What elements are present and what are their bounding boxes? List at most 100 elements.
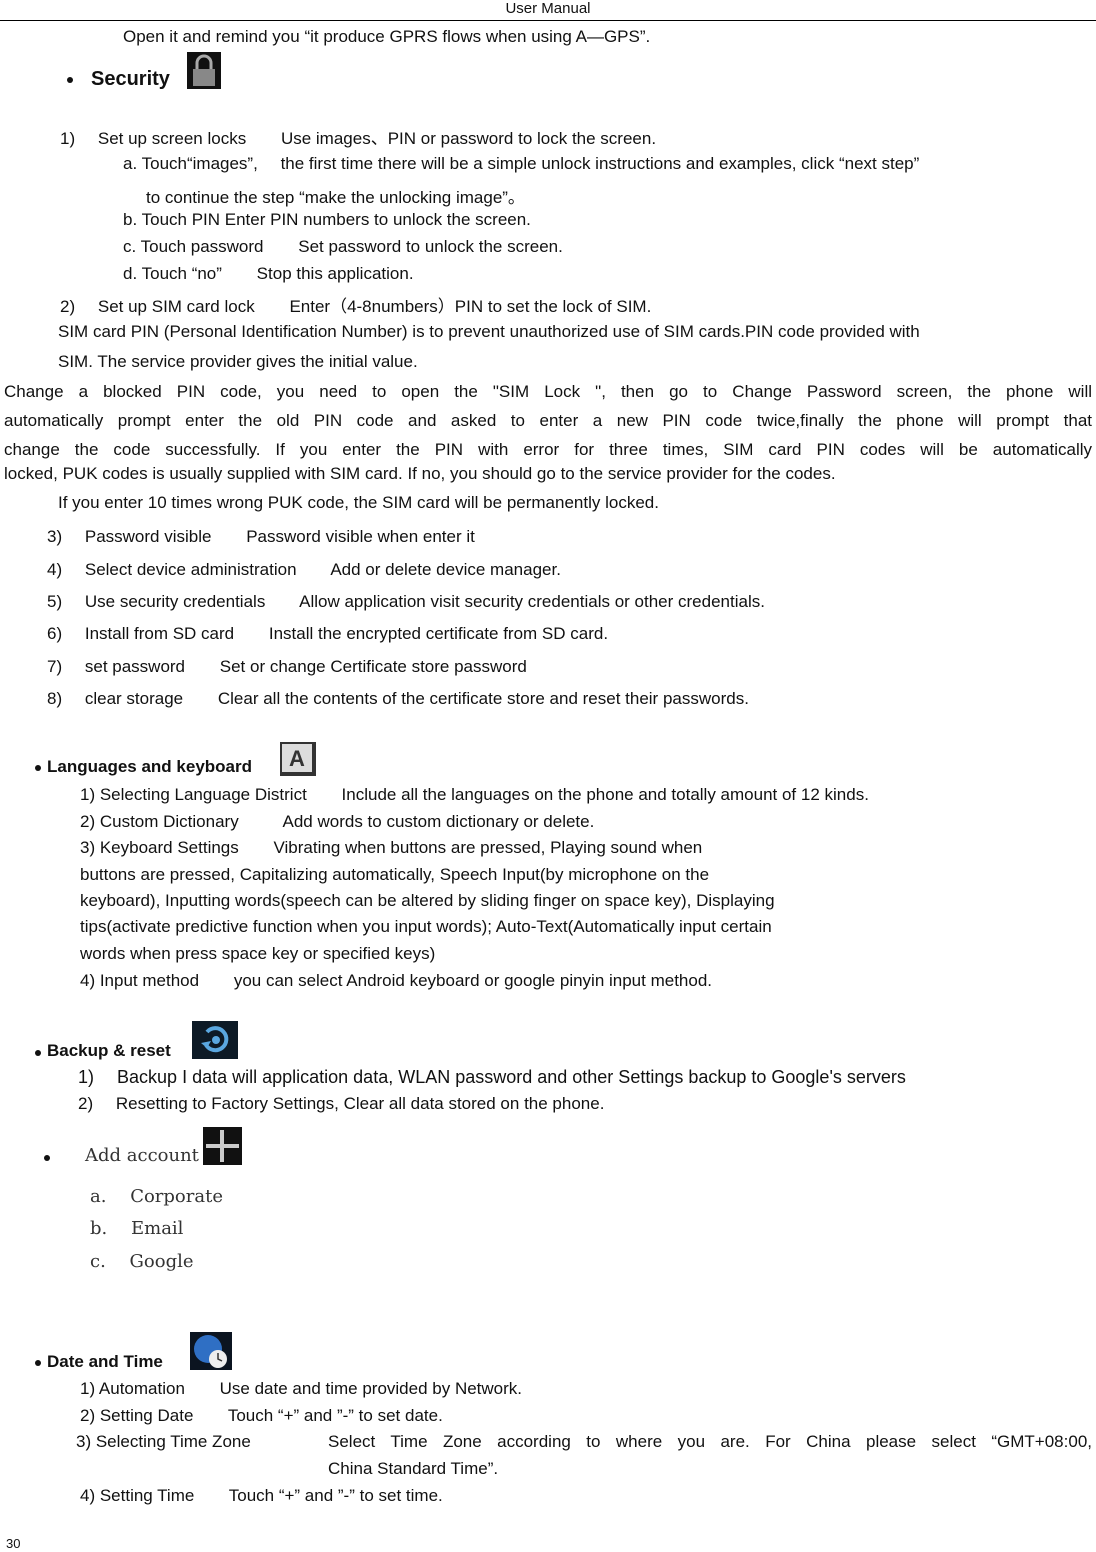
keyboard-cont-4: words when press space key or specified … — [80, 944, 436, 963]
item-desc: Vibrating when buttons are pressed, Play… — [273, 838, 703, 857]
security-item-5: 5) Use security credentials Allow applic… — [47, 592, 765, 612]
item-label: Touch password — [140, 237, 264, 256]
item-desc: Stop this application. — [256, 264, 414, 283]
bullet — [44, 1155, 50, 1161]
item-number: 1) — [60, 129, 76, 148]
item-text: Google — [129, 1251, 194, 1272]
item-desc: Use images、PIN or password to lock the s… — [280, 129, 657, 148]
item-desc: Set or change Certificate store password — [219, 657, 527, 676]
keyboard-cont-1: buttons are pressed, Capitalizing automa… — [80, 865, 710, 884]
sim-pin-paragraph-2: SIM. The service provider gives the init… — [58, 352, 418, 371]
item-label: 1) Automation — [80, 1379, 185, 1398]
security-item-8: 8) clear storage Clear all the contents … — [47, 689, 749, 709]
item-label: clear storage — [84, 689, 184, 708]
item-label: Set up SIM card lock — [97, 297, 255, 316]
item-label: Touch PIN Enter PIN numbers to unlock th… — [141, 210, 531, 229]
security-item-4: 4) Select device administration Add or d… — [47, 560, 561, 580]
header-divider — [0, 20, 1096, 21]
security-item-1a: a. Touch“images”, the first time there w… — [123, 154, 919, 174]
security-item-7: 7) set password Set or change Certificat… — [47, 657, 527, 677]
item-label: set password — [84, 657, 186, 676]
date-time-item-4: 4) Setting Time Touch “+” and ”-” to set… — [80, 1486, 443, 1506]
item-number: b. — [123, 210, 138, 229]
item-label: Touch “no” — [141, 264, 222, 283]
bullet — [35, 1360, 41, 1366]
item-desc: Use date and time provided by Network. — [219, 1379, 523, 1398]
item-number: c. — [123, 237, 137, 256]
security-item-3: 3) Password visible Password visible whe… — [47, 527, 475, 547]
item-number: 4) — [47, 560, 63, 579]
blocked-pin-line-4: locked, PUK codes is usually supplied wi… — [4, 464, 836, 483]
date-time-item-3-desc-cont: China Standard Time”. — [328, 1459, 499, 1478]
item-label: 1) Selecting Language District — [80, 785, 307, 804]
security-item-1b: b. Touch PIN Enter PIN numbers to unlock… — [123, 210, 531, 230]
item-label: Use security credentials — [84, 592, 266, 611]
item-label: Set up screen locks — [97, 129, 247, 148]
item-desc: you can select Android keyboard or googl… — [233, 971, 713, 990]
sim-pin-paragraph-1: SIM card PIN (Personal Identification Nu… — [58, 322, 920, 341]
item-label: 4) Setting Time — [80, 1486, 195, 1505]
date-time-item-1: 1) Automation Use date and time provided… — [80, 1379, 522, 1399]
item-number: 3) — [47, 527, 63, 546]
item-number: b. — [90, 1218, 108, 1239]
blocked-pin-line-3: change the code successfully. If you ent… — [4, 440, 1092, 459]
item-label: Password visible — [84, 527, 212, 546]
languages-item-4: 4) Input method you can select Android k… — [80, 971, 712, 991]
security-item-6: 6) Install from SD card Install the encr… — [47, 624, 608, 644]
item-number: 2) — [78, 1094, 94, 1113]
item-desc: Set password to unlock the screen. — [298, 237, 563, 256]
security-heading: Security — [91, 68, 170, 90]
security-item-1a-cont: to continue the step “make the unlocking… — [146, 188, 525, 207]
backup-heading: Backup & reset — [47, 1041, 171, 1060]
item-desc: Add or delete device manager. — [330, 560, 561, 579]
item-desc: Enter（4-8numbers）PIN to set the lock of … — [289, 297, 652, 316]
item-label: Touch“images”, — [141, 154, 258, 173]
item-text: Resetting to Factory Settings, Clear all… — [115, 1094, 605, 1113]
item-label: Select device administration — [84, 560, 297, 579]
svg-text:A: A — [289, 746, 305, 771]
date-time-item-2: 2) Setting Date Touch “+” and ”-” to set… — [80, 1406, 443, 1426]
item-label: Install from SD card — [84, 624, 235, 643]
blocked-pin-line-1: Change a blocked PIN code, you need to o… — [4, 382, 1092, 401]
item-text: Email — [130, 1218, 184, 1239]
item-number: 5) — [47, 592, 63, 611]
globe-clock-icon — [190, 1332, 232, 1370]
security-item-1c: c. Touch password Set password to unlock… — [123, 237, 563, 257]
date-time-heading: Date and Time — [47, 1352, 163, 1371]
item-desc: Include all the languages on the phone a… — [341, 785, 869, 804]
lock-icon — [187, 52, 221, 89]
date-time-item-3-label: 3) Selecting Time Zone — [76, 1432, 251, 1451]
date-time-item-3-desc: Select Time Zone according to where you … — [328, 1432, 1092, 1451]
intro-line: Open it and remind you “it produce GPRS … — [123, 27, 651, 46]
languages-heading: Languages and keyboard — [47, 757, 252, 776]
backup-item-1: 1) Backup I data will application data, … — [78, 1067, 906, 1088]
blocked-pin-line-2: automatically prompt enter the old PIN c… — [4, 411, 1092, 430]
account-item-email: b. Email — [90, 1218, 183, 1239]
puk-line: If you enter 10 times wrong PUK code, th… — [58, 493, 659, 512]
backup-item-2: 2) Resetting to Factory Settings, Clear … — [78, 1094, 604, 1114]
account-item-google: c. Google — [90, 1251, 194, 1272]
item-desc: Touch “+” and ”-” to set date. — [227, 1406, 443, 1425]
item-number: c. — [90, 1251, 106, 1272]
security-item-1d: d. Touch “no” Stop this application. — [123, 264, 414, 284]
item-desc: Install the encrypted certificate from S… — [268, 624, 609, 643]
item-number: 8) — [47, 689, 63, 708]
item-text: Corporate — [130, 1186, 223, 1207]
keyboard-a-icon: A — [280, 742, 316, 776]
bullet — [35, 1050, 41, 1056]
item-desc: Add words to custom dictionary or delete… — [282, 812, 595, 831]
keyboard-cont-3: tips(activate predictive function when y… — [80, 917, 772, 936]
item-label: 2) Custom Dictionary — [80, 812, 239, 831]
keyboard-cont-2: keyboard), Inputting words(speech can be… — [80, 891, 775, 910]
item-desc: Touch “+” and ”-” to set time. — [228, 1486, 443, 1505]
security-item-2: 2) Set up SIM card lock Enter（4-8numbers… — [60, 292, 651, 317]
item-desc: Allow application visit security credent… — [299, 592, 765, 611]
item-number: a. — [90, 1186, 107, 1207]
item-number: 6) — [47, 624, 63, 643]
item-label: 3) Keyboard Settings — [80, 838, 239, 857]
item-number: a. — [123, 154, 138, 173]
bullet — [35, 765, 41, 771]
languages-item-3: 3) Keyboard Settings Vibrating when butt… — [80, 838, 702, 858]
item-desc: the first time there will be a simple un… — [280, 154, 920, 173]
item-desc: Clear all the contents of the certificat… — [217, 689, 749, 708]
